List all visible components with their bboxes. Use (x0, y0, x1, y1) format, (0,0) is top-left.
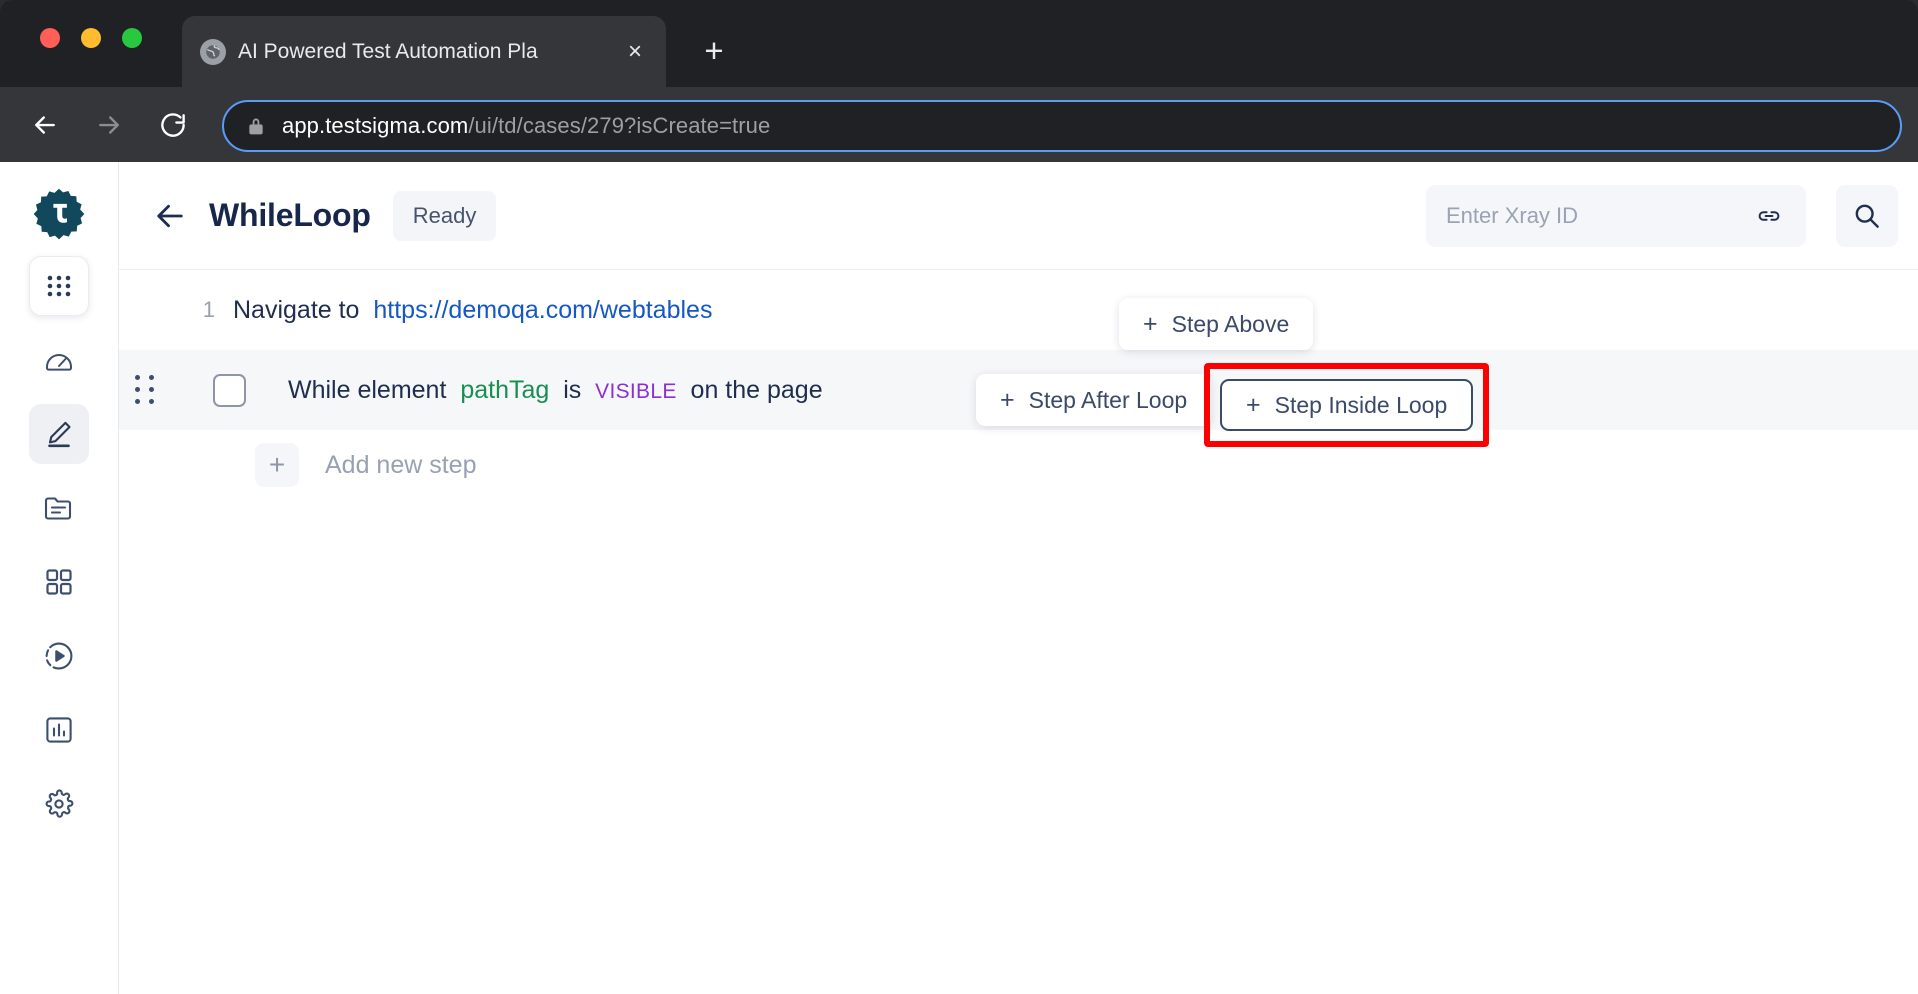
step-action-label: Navigate to (233, 295, 360, 324)
step-description: While element pathTag is VISIBLE on the … (288, 376, 823, 405)
folder-list-icon (44, 497, 72, 520)
globe-icon (200, 38, 226, 65)
step-element-token[interactable]: pathTag (460, 376, 549, 404)
back-arrow-icon[interactable] (147, 193, 193, 239)
add-step-after-loop-button[interactable]: + Step After Loop (976, 374, 1212, 426)
sidebar-item-dashboard[interactable] (29, 330, 89, 390)
step-url-link[interactable]: https://demoqa.com/webtables (373, 296, 712, 324)
step-index: 1 (202, 297, 215, 322)
drag-handle-icon[interactable] (125, 370, 165, 410)
add-step-above-label: Step Above (1171, 310, 1290, 337)
step-suffix-label: on the page (690, 375, 823, 404)
main-content: WhileLoop Ready Enter Xray ID 1 Navigate… (119, 162, 1918, 994)
highlight-box: + Step Inside Loop (1204, 363, 1490, 447)
new-tab-button[interactable]: + (690, 26, 738, 74)
plus-icon: + (1143, 309, 1158, 338)
forward-arrow-icon[interactable] (84, 100, 134, 150)
address-bar-host: app.testsigma.com (282, 113, 469, 138)
play-circle-icon (45, 642, 73, 670)
link-icon[interactable] (1752, 199, 1786, 233)
add-step-inside-loop-label: Step Inside Loop (1274, 391, 1448, 418)
plus-icon: + (1000, 385, 1015, 414)
speedometer-icon (46, 354, 72, 371)
plus-icon: + (1246, 390, 1261, 419)
page-viewport: WhileLoop Ready Enter Xray ID 1 Navigate… (0, 162, 1918, 994)
search-icon (1855, 204, 1879, 228)
page-title: WhileLoop (209, 197, 371, 233)
browser-tabstrip: AI Powered Test Automation Pla × + (0, 0, 1918, 87)
step-middle-label: is (563, 375, 582, 404)
sidebar-item-reports[interactable] (29, 700, 89, 760)
app-sidebar (0, 162, 119, 994)
close-window-button[interactable] (40, 28, 60, 48)
add-new-step-label[interactable]: Add new step (325, 451, 477, 480)
test-step-list: 1 Navigate to https://demoqa.com/webtabl… (119, 270, 1918, 500)
sidebar-item-test-cases[interactable] (29, 404, 89, 464)
close-icon[interactable]: × (620, 37, 650, 67)
table-row[interactable]: 1 Navigate to https://demoqa.com/webtabl… (119, 270, 1918, 350)
add-step-above-button[interactable]: + Step Above (1119, 298, 1314, 350)
address-bar-url: app.testsigma.com/ui/td/cases/279?isCrea… (282, 113, 770, 139)
browser-toolbar: app.testsigma.com/ui/td/cases/279?isCrea… (0, 87, 1918, 162)
step-description: Navigate to https://demoqa.com/webtables (233, 296, 712, 325)
sidebar-item-suites[interactable] (29, 552, 89, 612)
page-header: WhileLoop Ready (119, 162, 1918, 270)
minimize-window-button[interactable] (81, 28, 101, 48)
plus-icon[interactable]: + (255, 443, 299, 487)
step-enum-token[interactable]: VISIBLE (595, 380, 676, 403)
add-step-after-loop-label: Step After Loop (1028, 386, 1188, 413)
sidebar-item-apps[interactable] (29, 256, 89, 316)
reload-icon[interactable] (148, 100, 198, 150)
testsigma-logo[interactable] (31, 186, 87, 242)
gear-icon (45, 789, 74, 818)
xray-id-input[interactable] (1446, 202, 1742, 229)
back-arrow-icon[interactable] (20, 100, 70, 150)
bar-chart-icon (46, 717, 72, 743)
step-checkbox[interactable] (213, 373, 246, 407)
browser-tab-title: AI Powered Test Automation Pla (238, 39, 538, 63)
address-bar-path: /ui/td/cases/279?isCreate=true (468, 113, 771, 138)
maximize-window-button[interactable] (122, 28, 142, 48)
grid-squares-icon (46, 569, 72, 595)
browser-window: AI Powered Test Automation Pla × + app.t… (0, 0, 1918, 994)
add-new-step-row[interactable]: + Add new step (119, 430, 1918, 500)
step-action-label: While element (288, 375, 447, 404)
browser-tab[interactable]: AI Powered Test Automation Pla × (182, 16, 666, 87)
status-badge: Ready (392, 190, 497, 241)
add-step-inside-loop-button[interactable]: + Step Inside Loop (1220, 379, 1474, 431)
window-traffic-lights (40, 28, 142, 48)
sidebar-item-settings[interactable] (29, 774, 89, 834)
xray-id-field[interactable] (1426, 184, 1806, 247)
pencil-edit-icon (48, 421, 71, 448)
apps-grid-icon (47, 275, 71, 297)
address-bar[interactable]: app.testsigma.com/ui/td/cases/279?isCrea… (222, 100, 1902, 152)
search-button[interactable] (1836, 184, 1898, 247)
sidebar-item-test-plans[interactable] (29, 478, 89, 538)
sidebar-item-runs[interactable] (29, 626, 89, 686)
lock-icon (246, 115, 266, 137)
